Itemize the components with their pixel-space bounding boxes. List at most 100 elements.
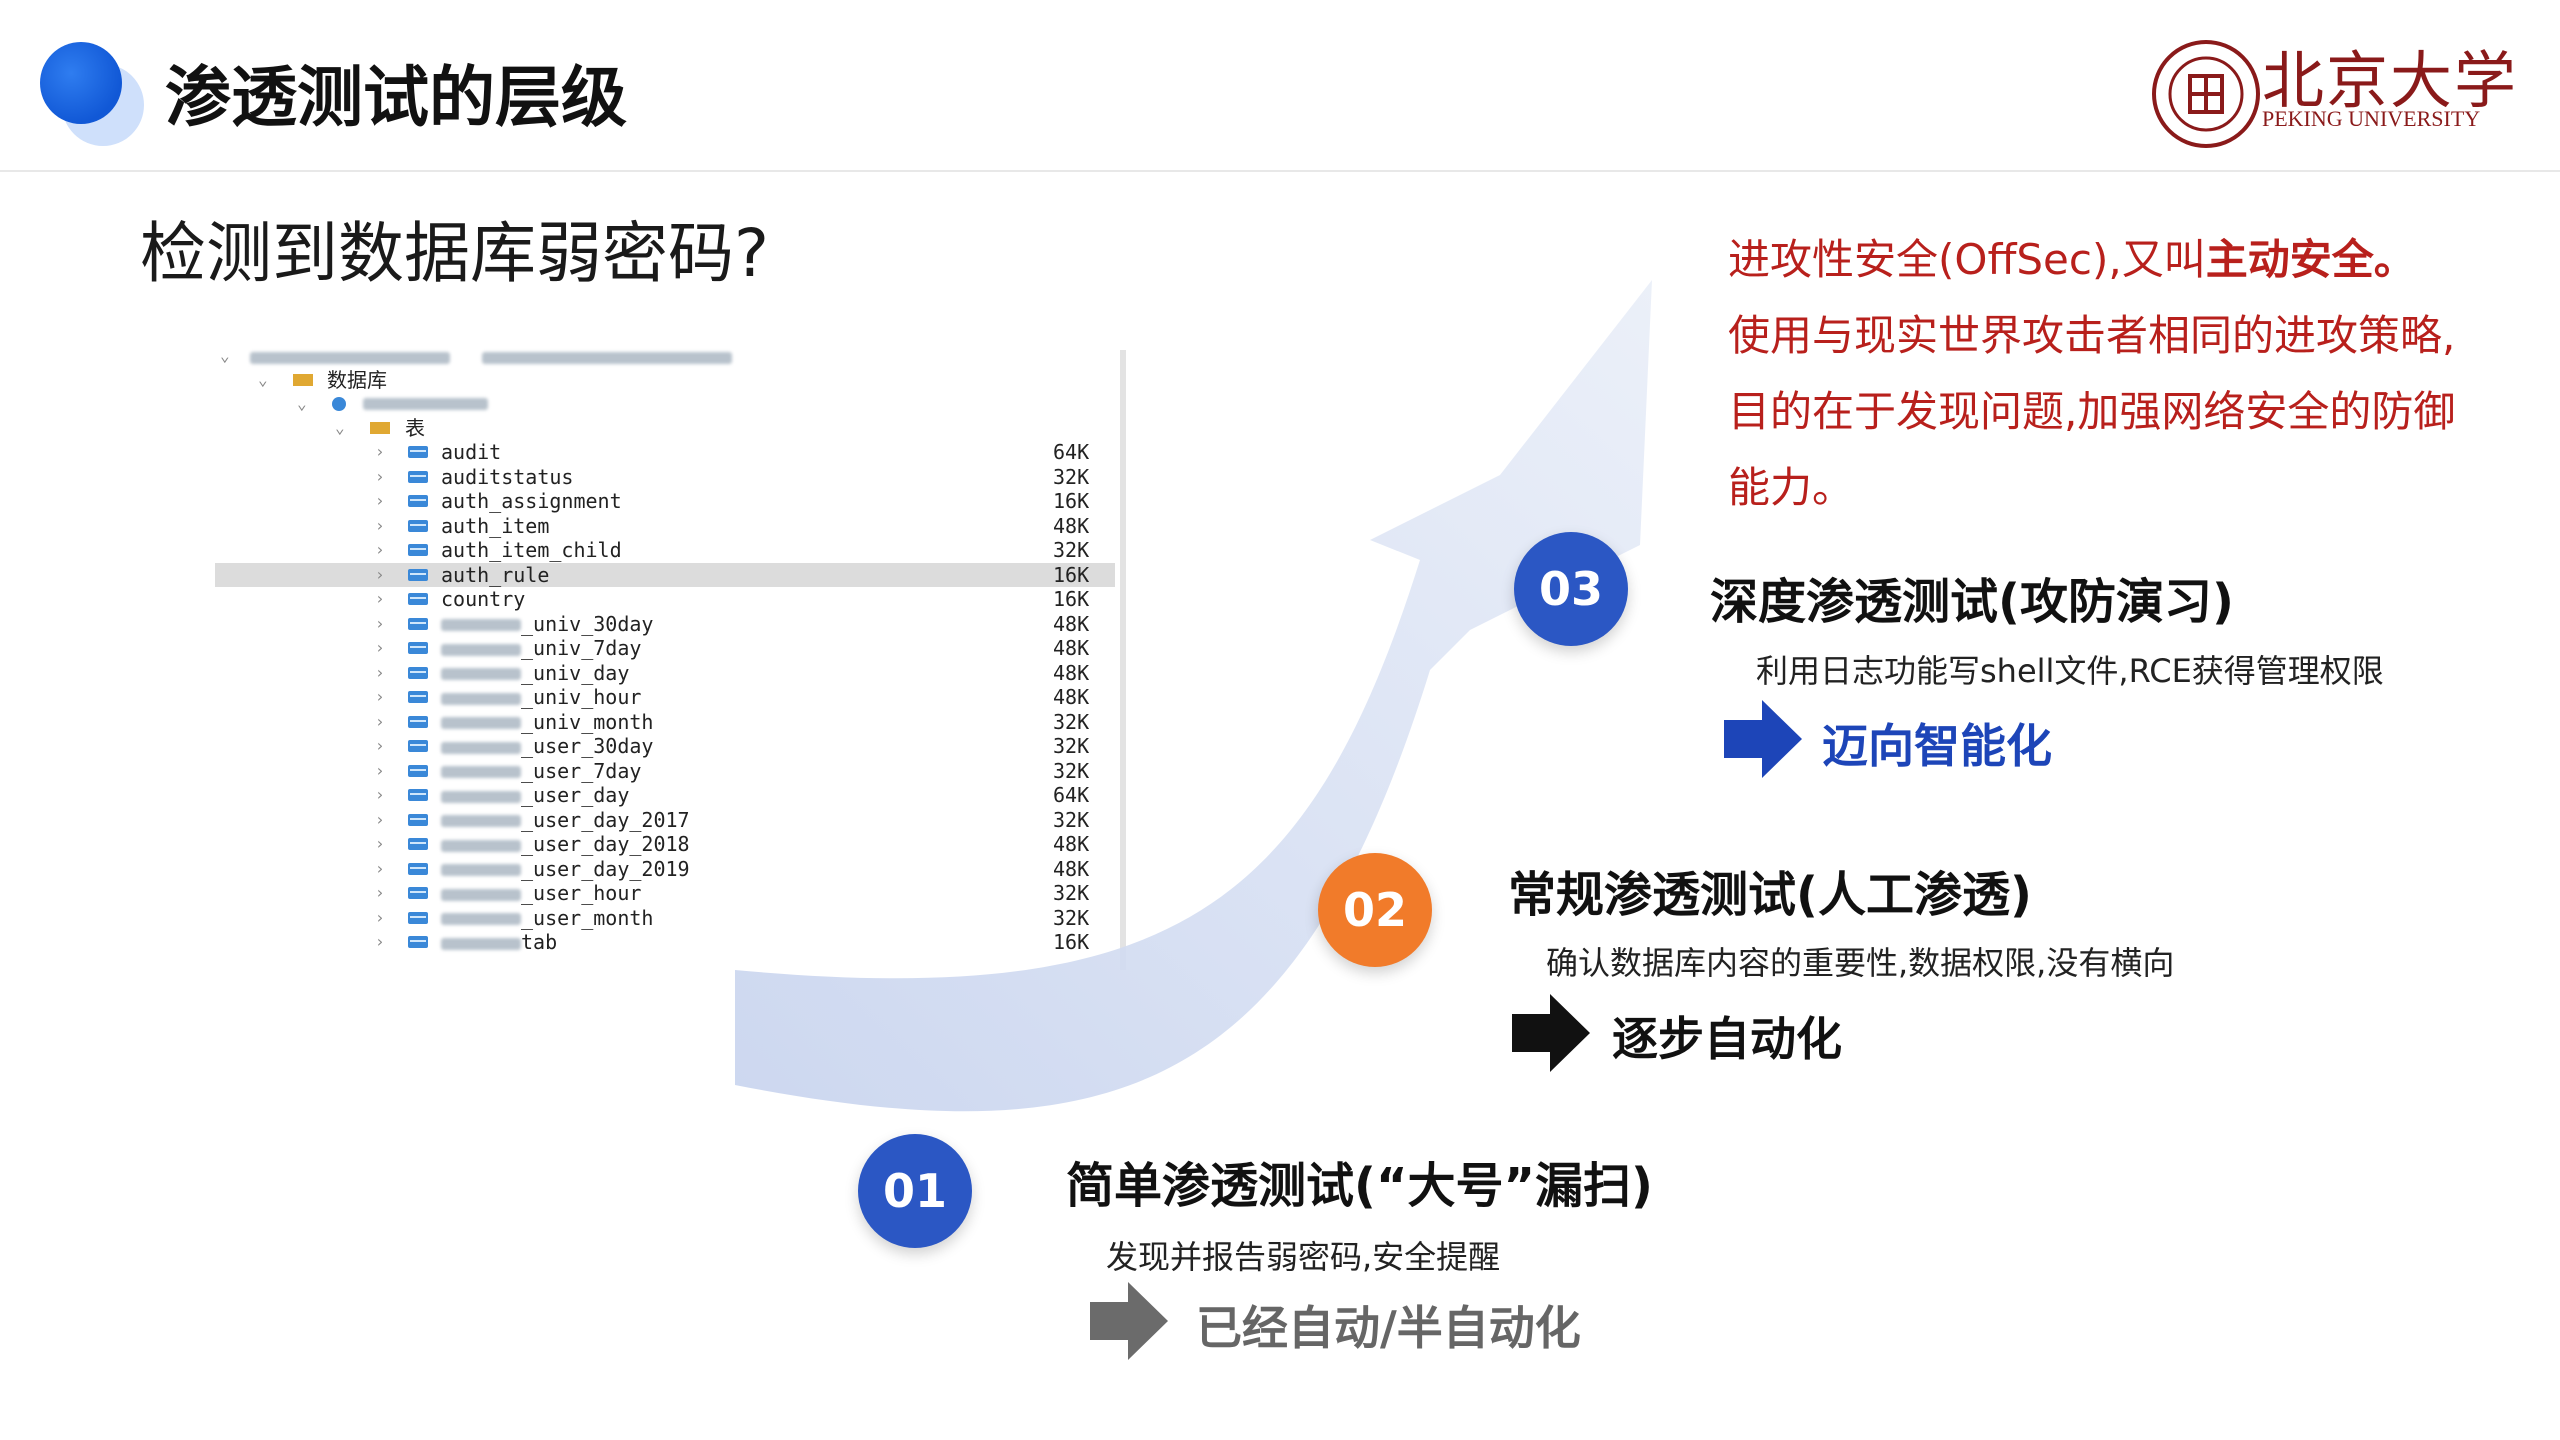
chevron-right-icon[interactable]: › xyxy=(375,563,385,587)
chevron-right-icon[interactable]: › xyxy=(375,710,385,734)
table-icon xyxy=(408,740,428,752)
chevron-right-icon[interactable]: › xyxy=(375,661,385,685)
table-icon xyxy=(408,617,428,630)
redacted-prefix xyxy=(441,913,521,925)
table-name: auth_item_child xyxy=(441,538,622,562)
step-1-badge: 01 xyxy=(858,1134,972,1248)
table-name: tab xyxy=(441,930,557,954)
table-icon xyxy=(408,446,428,458)
table-name-text: _univ_month xyxy=(521,709,654,734)
redacted-prefix xyxy=(441,864,521,876)
table-name: _univ_30day xyxy=(441,612,653,636)
database-icon xyxy=(332,397,346,411)
table-name-text: _user_7day xyxy=(521,758,642,783)
table-name-text: audit xyxy=(441,440,502,464)
chevron-right-icon[interactable]: › xyxy=(375,440,385,464)
table-name: _user_day xyxy=(441,783,629,807)
chevron-right-icon[interactable]: › xyxy=(375,832,385,856)
chevron-right-icon[interactable]: › xyxy=(375,538,385,562)
chevron-right-icon[interactable]: › xyxy=(375,636,385,660)
chevron-down-icon: ⌄ xyxy=(335,418,345,437)
step-1-automation: 已经自动/半自动化 xyxy=(1196,1301,1581,1355)
table-name: country xyxy=(441,587,525,611)
table-name-text: _univ_hour xyxy=(521,685,642,709)
chevron-right-icon[interactable]: › xyxy=(375,881,385,905)
table-name: _user_30day xyxy=(441,734,653,758)
redacted-prefix xyxy=(441,888,521,901)
chevron-right-icon[interactable]: › xyxy=(375,759,385,783)
table-name-text: auth_item_child xyxy=(441,538,622,562)
chevron-right-icon[interactable]: › xyxy=(375,734,385,758)
table-icon xyxy=(408,838,428,850)
table-name: _user_hour xyxy=(441,881,641,905)
step-1-desc: 发现并报告弱密码,安全提醒 xyxy=(1106,1238,1501,1276)
table-name-text: auth_rule xyxy=(441,562,550,587)
table-name: _univ_month xyxy=(441,710,653,734)
table-icon xyxy=(408,495,428,507)
table-icon xyxy=(408,936,428,948)
step-2-badge: 02 xyxy=(1318,853,1432,967)
step-2-automation: 逐步自动化 xyxy=(1612,1012,1842,1066)
table-icon xyxy=(408,568,428,581)
chevron-down-icon: ⌄ xyxy=(258,370,268,389)
page-title: 渗透测试的层级 xyxy=(165,59,627,136)
offsec-line-4: 能力。 xyxy=(1728,463,1855,512)
chevron-right-icon[interactable]: › xyxy=(375,857,385,881)
redacted-prefix xyxy=(441,619,521,631)
redacted-prefix xyxy=(441,937,521,950)
table-icon xyxy=(408,544,428,556)
table-name-text: tab xyxy=(521,930,558,954)
chevron-right-icon[interactable]: › xyxy=(375,489,385,513)
step-2-title: 常规渗透测试(人工渗透) xyxy=(1508,867,2032,923)
table-name-text: _user_day_2017 xyxy=(521,807,690,832)
table-name-text: _user_30day xyxy=(521,734,654,758)
offsec-line-2: 使用与现实世界攻击者相同的进攻策略, xyxy=(1728,311,2456,360)
redacted-prefix xyxy=(441,668,521,680)
redacted-prefix xyxy=(441,815,521,827)
chevron-down-icon: ⌄ xyxy=(220,346,230,365)
table-name-text: _user_month xyxy=(521,905,654,930)
chevron-right-icon[interactable]: › xyxy=(375,783,385,807)
step-3-automation: 迈向智能化 xyxy=(1822,719,2052,773)
chevron-right-icon[interactable]: › xyxy=(375,906,385,930)
table-icon xyxy=(408,519,428,532)
table-name: _user_day_2018 xyxy=(441,832,690,856)
offsec-description: 进攻性安全(OffSec),又叫主动安全。 使用与现实世界攻击者相同的进攻策略,… xyxy=(1728,222,2518,526)
table-name-text: _user_day_2018 xyxy=(521,832,690,856)
folder-icon xyxy=(370,422,390,434)
table-name-text: country xyxy=(441,587,526,611)
table-icon xyxy=(408,887,428,899)
question-heading: 检测到数据库弱密码? xyxy=(140,215,770,292)
table-name: audit xyxy=(441,440,501,464)
table-name: _user_day_2017 xyxy=(441,808,690,832)
arrow-right-icon xyxy=(1090,1282,1168,1360)
table-icon xyxy=(408,470,428,483)
chevron-right-icon[interactable]: › xyxy=(375,808,385,832)
chevron-right-icon[interactable]: › xyxy=(375,587,385,611)
table-icon xyxy=(408,813,428,826)
table-name: auth_item xyxy=(441,514,549,538)
table-icon xyxy=(408,715,428,728)
redacted-prefix xyxy=(441,790,521,803)
chevron-right-icon[interactable]: › xyxy=(375,930,385,954)
header-divider xyxy=(0,170,2560,172)
table-name-text: _user_day_2019 xyxy=(521,856,690,881)
chevron-right-icon[interactable]: › xyxy=(375,685,385,709)
header-dot-icon xyxy=(40,42,122,124)
table-name-text: _user_day xyxy=(521,783,630,807)
offsec-line-1: 进攻性安全(OffSec),又叫主动安全。 xyxy=(1728,235,2416,284)
chevron-down-icon: ⌄ xyxy=(297,394,307,413)
table-name: _univ_day xyxy=(441,661,629,685)
table-name-text: _univ_7day xyxy=(521,636,642,660)
step-3-title: 深度渗透测试(攻防演习) xyxy=(1710,574,2234,630)
table-name-text: auth_item xyxy=(441,513,550,538)
logo-english: PEKING UNIVERSITY xyxy=(2262,106,2481,131)
table-name-text: _univ_30day xyxy=(521,611,654,636)
table-name-text: _univ_day xyxy=(521,660,630,685)
table-icon xyxy=(408,862,428,875)
chevron-right-icon[interactable]: › xyxy=(375,612,385,636)
redacted-prefix xyxy=(441,692,521,705)
chevron-right-icon[interactable]: › xyxy=(375,465,385,489)
table-icon xyxy=(408,911,428,924)
chevron-right-icon[interactable]: › xyxy=(375,514,385,538)
